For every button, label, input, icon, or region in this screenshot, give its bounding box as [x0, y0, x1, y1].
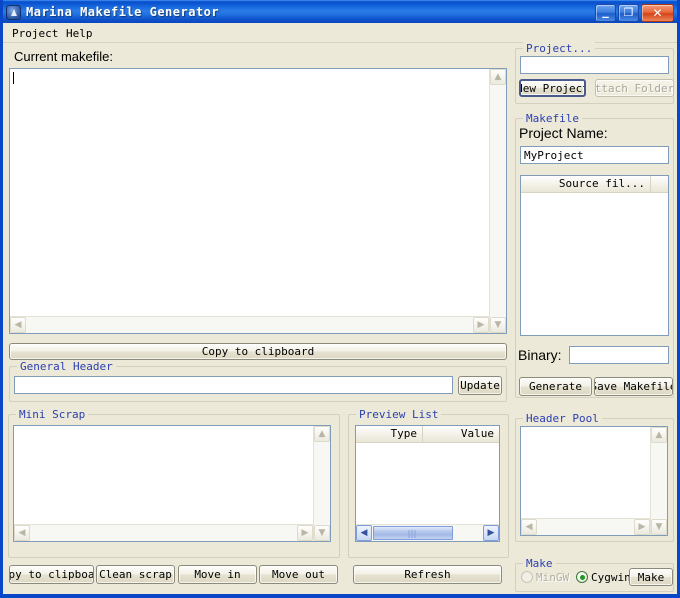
column-header-type[interactable]: Type: [356, 426, 423, 442]
window-title: Marina Makefile Generator: [26, 5, 220, 19]
minimize-button[interactable]: _: [595, 4, 616, 22]
radio-mingw-label: MinGW: [536, 571, 570, 584]
scroll-left-icon[interactable]: ◀: [521, 519, 537, 535]
maximize-button[interactable]: ❐: [618, 4, 639, 22]
scroll-up-icon[interactable]: ▲: [651, 427, 667, 443]
menu-item-help[interactable]: Help: [63, 26, 96, 41]
attach-folder-button: ttach Folder: [595, 79, 674, 97]
radio-mingw: MinGW: [521, 570, 583, 584]
column-header-source-file[interactable]: Source fil...: [521, 176, 651, 192]
scroll-grip-icon: [408, 530, 418, 538]
menu-item-project[interactable]: Project: [9, 26, 61, 41]
header-pool-list[interactable]: ▲ ▼ ◀ ▶: [520, 426, 668, 536]
preview-list-view[interactable]: Type Value ◀ ▶: [355, 425, 500, 542]
radio-cygwin-label: Cygwin: [591, 571, 631, 584]
header-pool-group-title: Header Pool: [523, 412, 602, 425]
preview-list-group-title: Preview List: [356, 408, 442, 421]
scroll-right-icon[interactable]: ▶: [634, 519, 650, 535]
header-pool-vertical-scrollbar[interactable]: ▲ ▼: [650, 427, 667, 535]
move-out-button[interactable]: Move out: [259, 565, 338, 584]
scroll-up-icon[interactable]: ▲: [490, 69, 506, 85]
makefile-group-title: Makefile: [523, 112, 582, 125]
scroll-right-icon[interactable]: ▶: [483, 525, 499, 541]
scroll-down-icon[interactable]: ▼: [314, 525, 330, 541]
radio-dot-icon: [521, 571, 533, 583]
update-button[interactable]: Update: [458, 376, 502, 395]
binary-input[interactable]: [569, 346, 669, 364]
source-files-header: Source fil...: [521, 176, 668, 193]
mini-scrap-horizontal-scrollbar[interactable]: ◀ ▶: [14, 524, 313, 541]
maximize-icon: ❐: [623, 6, 634, 19]
project-path-input[interactable]: [520, 56, 669, 74]
preview-list-horizontal-scrollbar[interactable]: ◀ ▶: [356, 524, 499, 541]
save-makefile-button[interactable]: Save Makefile: [594, 377, 673, 396]
general-header-group-title: General Header: [17, 360, 116, 373]
make-button[interactable]: Make: [629, 568, 673, 586]
scroll-left-icon[interactable]: ◀: [14, 525, 30, 541]
menu-bar: Project Help: [3, 23, 677, 43]
binary-label: Binary:: [518, 347, 562, 363]
scroll-down-icon[interactable]: ▼: [490, 317, 506, 333]
copy-to-clipboard-button[interactable]: Copy to clipboard: [9, 343, 507, 360]
project-group-title: Project...: [523, 42, 596, 55]
header-pool-horizontal-scrollbar[interactable]: ◀ ▶: [521, 518, 650, 535]
scroll-down-icon[interactable]: ▼: [651, 519, 667, 535]
move-in-button[interactable]: Move in: [178, 565, 257, 584]
scroll-thumb[interactable]: [373, 526, 453, 540]
new-project-button[interactable]: New Project: [519, 79, 586, 97]
application-window: Marina Makefile Generator _ ❐ ✕ Project …: [0, 0, 680, 598]
title-bar: Marina Makefile Generator _ ❐ ✕: [3, 0, 677, 23]
close-icon: ✕: [652, 6, 663, 20]
project-name-input[interactable]: MyProject: [520, 146, 669, 164]
clean-scrap-button[interactable]: Clean scrap: [96, 565, 175, 584]
text-caret: [13, 72, 14, 84]
refresh-button[interactable]: Refresh: [353, 565, 502, 584]
generate-button[interactable]: Generate: [519, 377, 592, 396]
window-controls: _ ❐ ✕: [595, 4, 674, 22]
makefile-vertical-scrollbar[interactable]: ▲ ▼: [489, 69, 506, 333]
source-files-list[interactable]: Source fil...: [520, 175, 669, 336]
current-makefile-label: Current makefile:: [14, 49, 113, 64]
mini-scrap-textarea[interactable]: ▲ ▼ ◀ ▶: [13, 425, 331, 542]
preview-list-header: Type Value: [356, 426, 499, 443]
column-header-spacer: [651, 176, 670, 192]
makefile-textarea[interactable]: ▲ ▼ ◀ ▶: [9, 68, 507, 334]
mini-scrap-vertical-scrollbar[interactable]: ▲ ▼: [313, 426, 330, 541]
general-header-input[interactable]: [14, 376, 453, 394]
scroll-up-icon[interactable]: ▲: [314, 426, 330, 442]
scroll-right-icon[interactable]: ▶: [473, 317, 489, 333]
scroll-left-icon[interactable]: ◀: [10, 317, 26, 333]
radio-dot-icon: [576, 571, 588, 583]
minimize-icon: _: [602, 4, 609, 19]
mini-scrap-copy-to-clipboard-button[interactable]: opy to clipboar: [9, 565, 94, 584]
make-group-title: Make: [523, 557, 556, 570]
close-button[interactable]: ✕: [641, 4, 674, 22]
makefile-horizontal-scrollbar[interactable]: ◀ ▶: [10, 316, 489, 333]
app-icon: [6, 5, 21, 20]
scroll-left-icon[interactable]: ◀: [356, 525, 372, 541]
column-header-value[interactable]: Value: [423, 426, 499, 442]
project-name-label: Project Name:: [519, 125, 608, 141]
scroll-right-icon[interactable]: ▶: [297, 525, 313, 541]
mini-scrap-group-title: Mini Scrap: [16, 408, 89, 421]
